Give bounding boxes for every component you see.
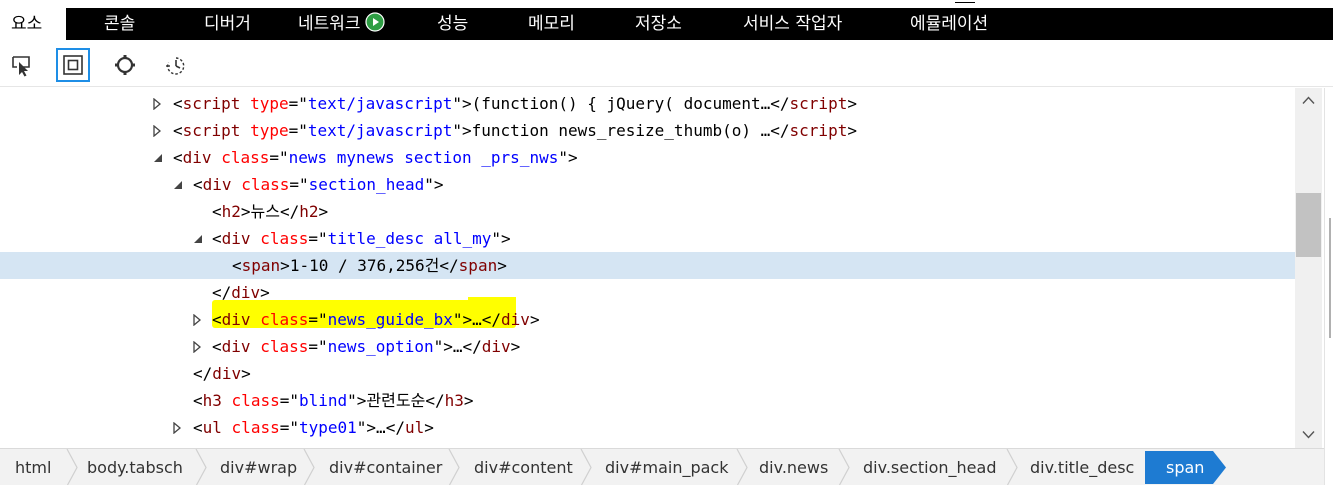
expand-arrow-icon[interactable] (170, 414, 184, 441)
dom-node-row-selected[interactable]: <span>1-10 / 376,256건</span> (0, 252, 1295, 279)
chevron-up-icon (1302, 96, 1315, 104)
highlight-box-icon (63, 55, 83, 75)
breadcrumb-item[interactable]: html (15, 449, 51, 485)
breadcrumb-separator-icon (580, 449, 592, 485)
tab-debugger[interactable]: 디버거 (204, 8, 251, 40)
breadcrumb-item[interactable]: div#content (474, 449, 573, 485)
dom-node-row[interactable]: <ul class="type01">…</ul> (0, 414, 1295, 441)
collapse-arrow-icon[interactable] (150, 144, 164, 171)
dom-tree: <script type="text/javascript">(function… (0, 88, 1295, 448)
side-panel-edge (1324, 88, 1333, 485)
collapse-arrow-icon[interactable] (170, 171, 184, 198)
tab-performance[interactable]: 성능 (437, 8, 468, 40)
expand-arrow-icon[interactable] (150, 117, 164, 144)
breadcrumb-item[interactable]: div.section_head (863, 449, 996, 485)
chevron-down-icon (1302, 431, 1315, 439)
breadcrumb-separator-icon (448, 449, 460, 485)
dom-node-row[interactable]: <div class="news_guide_bx">…</div> (0, 306, 1295, 333)
play-icon (364, 12, 385, 32)
scroll-down-button[interactable] (1295, 422, 1322, 448)
scrollbar-thumb[interactable] (1296, 193, 1321, 257)
color-picker-button[interactable] (108, 48, 142, 82)
tab-console[interactable]: 콘솔 (104, 8, 135, 40)
dom-node-row[interactable]: <div class="news_option">…</div> (0, 333, 1295, 360)
dom-node-row[interactable]: <h2>뉴스</h2> (0, 198, 1295, 225)
breadcrumb-separator-icon (303, 449, 315, 485)
tab-memory[interactable]: 메모리 (528, 8, 575, 40)
dom-node-row[interactable]: </div> (0, 279, 1295, 306)
breadcrumb: html body.tabsch div#wrap div#container … (0, 448, 1324, 485)
tab-storage[interactable]: 저장소 (635, 8, 682, 40)
expand-arrow-icon[interactable] (190, 306, 204, 333)
timer-icon (166, 57, 185, 75)
dom-node-row[interactable]: <script type="text/javascript">(function… (0, 90, 1295, 117)
breadcrumb-separator-icon (736, 449, 748, 485)
breadcrumb-item[interactable]: div#wrap (220, 449, 297, 485)
tab-network-label: 네트워크 (298, 14, 361, 34)
dom-node-row[interactable]: </div> (0, 360, 1295, 387)
dom-node-row[interactable]: <div class="news mynews section _prs_nws… (0, 144, 1295, 171)
select-element-button[interactable] (5, 48, 39, 82)
breadcrumb-item[interactable]: div.title_desc (1030, 449, 1134, 485)
devtools-tab-bar: 요소 콘솔 디버거 네트워크 성능 메모리 저장소 서비스 작업자 에뮬레이션 (0, 8, 1333, 40)
breadcrumb-separator-icon (1006, 449, 1018, 485)
side-panel-marker (1329, 218, 1331, 338)
elements-toolbar (0, 40, 1333, 87)
tab-service-workers[interactable]: 서비스 작업자 (743, 8, 842, 40)
dom-node-row[interactable]: <script type="text/javascript">function … (0, 117, 1295, 144)
dom-node-row[interactable]: <div class="section_head"> (0, 171, 1295, 198)
breadcrumb-separator-icon (838, 449, 850, 485)
timer-button[interactable] (159, 48, 193, 82)
breadcrumb-separator-icon (66, 449, 78, 485)
highlight-box-button[interactable] (56, 48, 90, 82)
dom-node-row[interactable]: <h3 class="blind">관련도순</h3> (0, 387, 1295, 414)
tab-emulation[interactable]: 에뮬레이션 (910, 8, 988, 40)
tab-elements[interactable]: 요소 (0, 8, 66, 40)
select-element-icon (12, 56, 30, 77)
breadcrumb-item[interactable]: div#main_pack (605, 449, 728, 485)
dom-node-row[interactable]: <div class="title_desc all_my"> (0, 225, 1295, 252)
breadcrumb-active-arrow-icon (1213, 451, 1226, 484)
breadcrumb-item[interactable]: div.news (759, 449, 828, 485)
breadcrumb-separator-icon (195, 449, 207, 485)
window-edge-mark (955, 2, 975, 3)
expand-arrow-icon[interactable] (150, 90, 164, 117)
expand-arrow-icon[interactable] (190, 333, 204, 360)
breadcrumb-item[interactable]: div#container (329, 449, 442, 485)
collapse-arrow-icon[interactable] (190, 225, 204, 252)
tab-network[interactable]: 네트워크 (298, 8, 385, 40)
scroll-up-button[interactable] (1295, 88, 1322, 114)
breadcrumb-item[interactable]: body.tabsch (87, 449, 183, 485)
color-picker-icon (115, 55, 135, 75)
vertical-scrollbar[interactable] (1295, 88, 1322, 448)
breadcrumb-active-label: span (1166, 458, 1205, 477)
breadcrumb-item-active[interactable]: span (1145, 451, 1213, 484)
